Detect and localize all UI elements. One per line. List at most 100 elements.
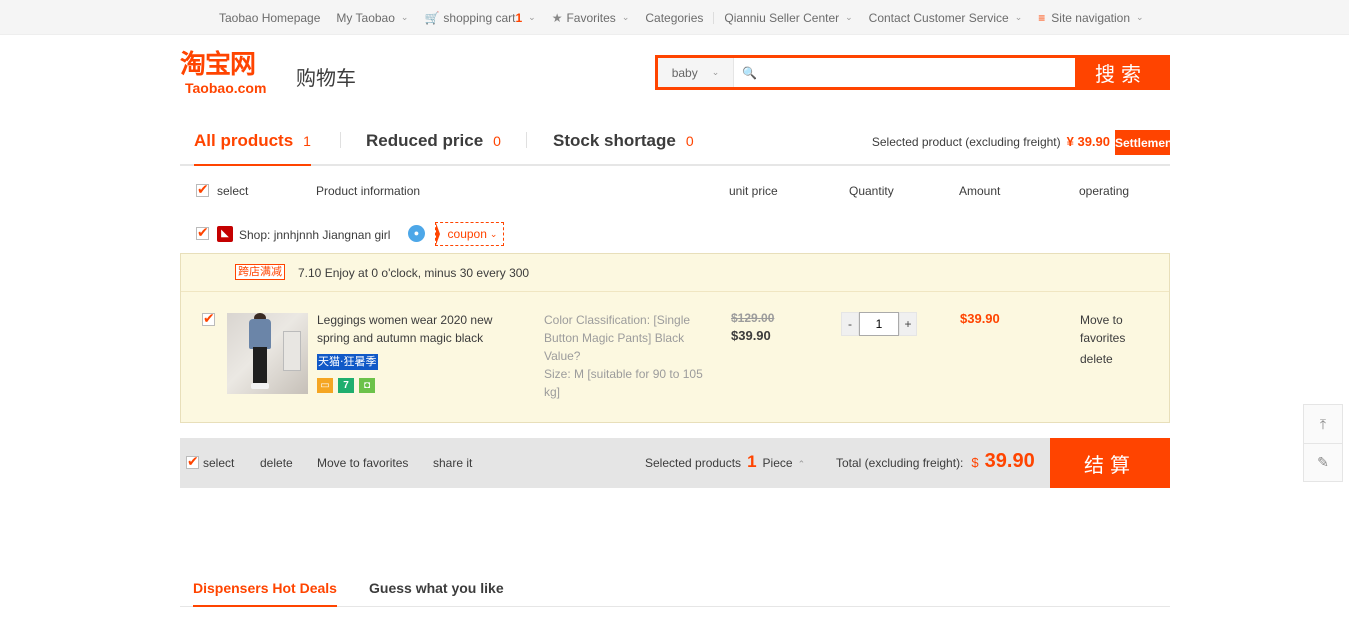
cart-bottom-bar: select delete Move to favorites share it… — [180, 438, 1170, 488]
seven-day-return-icon[interactable]: 7 — [338, 378, 354, 393]
logo-cn-text: 淘宝网 — [180, 50, 256, 80]
credit-card-icon[interactable]: ▭ — [317, 378, 333, 393]
wangwang-chat-icon[interactable]: ● — [408, 225, 425, 242]
search-input[interactable] — [734, 58, 1075, 87]
total-label: Total (excluding freight): — [836, 456, 964, 470]
unit-price: $39.90 — [731, 328, 771, 343]
topbar-site-navigation[interactable]: ≡ Site navigation ⌄ — [1030, 11, 1151, 25]
col-amount: Amount — [959, 184, 1001, 198]
search-button[interactable]: 搜索 — [1075, 58, 1167, 87]
cart-item: Leggings women wear 2020 new spring and … — [181, 292, 1169, 422]
item-checkbox[interactable] — [202, 310, 215, 327]
selected-products-info[interactable]: Selected products 1 Piece ⌃ — [645, 452, 805, 472]
chevron-down-icon: ⌄ — [711, 67, 720, 77]
move-to-favorites-link[interactable]: Move to favorites — [1080, 311, 1140, 347]
menu-list-icon: ≡ — [1038, 10, 1046, 25]
tab-all-products-count: 1 — [303, 133, 311, 149]
total-currency: $ — [971, 455, 979, 470]
chevron-down-icon: ⌄ — [528, 12, 536, 22]
chevron-down-icon: ⌄ — [1014, 12, 1023, 22]
promo-tag: 跨店满减 — [235, 264, 285, 280]
select-all-checkbox[interactable] — [196, 181, 209, 198]
topbar-my-taobao[interactable]: My Taobao ⌄ — [328, 11, 416, 25]
tab-stock-shortage[interactable]: Stock shortage 0 — [553, 118, 694, 164]
chevron-down-icon: ⌄ — [489, 228, 498, 239]
topbar-my-taobao-label: My Taobao — [336, 10, 395, 25]
logo-en-text: Taobao.com — [185, 80, 267, 96]
topbar-customer-service[interactable]: Contact Customer Service ⌄ — [861, 11, 1031, 25]
spec-color: Color Classification: [Single Button Mag… — [544, 313, 691, 363]
topbar-seller-center[interactable]: Qianniu Seller Center ⌄ — [716, 11, 860, 25]
tab-hot-deals[interactable]: Dispensers Hot Deals — [193, 570, 337, 607]
search-bar: baby ⌄ 🔍 搜索 — [655, 55, 1170, 90]
topbar-site-navigation-label: Site navigation — [1051, 10, 1131, 25]
tab-divider — [340, 132, 341, 148]
chevron-down-icon: ⌄ — [400, 12, 409, 22]
shop-checkbox[interactable] — [196, 224, 209, 241]
product-thumbnail[interactable] — [227, 313, 308, 394]
topbar-favorites[interactable]: ★ Favorites ⌄ — [544, 11, 638, 25]
quantity-input[interactable] — [859, 312, 899, 336]
topbar-cart-label: shopping cart — [443, 10, 516, 25]
tab-all-products[interactable]: All products 1 — [194, 118, 311, 166]
total-price: 39.90 — [984, 450, 1035, 472]
settlement-button-top[interactable]: Settlement — [1115, 130, 1170, 155]
back-to-top-icon[interactable]: ⤒ — [1304, 405, 1342, 443]
topbar-nav: Taobao Homepage My Taobao ⌄ 🛒 shopping car… — [211, 0, 1152, 35]
quantity-decrease-button[interactable]: - — [841, 312, 859, 336]
site-topbar: Taobao Homepage My Taobao ⌄ 🛒 shopping car… — [0, 0, 1349, 35]
tab-guess-you-like[interactable]: Guess what you like — [369, 570, 504, 606]
chevron-up-icon: ⌃ — [797, 459, 806, 469]
topbar-categories[interactable]: Categories — [637, 11, 711, 25]
product-spec[interactable]: Color Classification: [Single Button Mag… — [544, 311, 704, 401]
shop-icon: ◣ — [217, 226, 233, 242]
recommendation-tabs: Dispensers Hot Deals Guess what you like — [180, 570, 1170, 607]
tab-reduced-price-count: 0 — [493, 133, 501, 149]
guarantee-icon[interactable]: ◘ — [359, 378, 375, 393]
search-scope-dropdown[interactable]: baby ⌄ — [658, 58, 734, 87]
taobao-logo[interactable]: 淘宝网 Taobao.com — [180, 50, 290, 98]
thumb-coat — [249, 319, 271, 349]
col-unit-price: unit price — [729, 184, 778, 198]
tab-reduced-price[interactable]: Reduced price 0 — [366, 118, 501, 164]
selected-products-unit: Piece — [762, 456, 793, 470]
thumb-mirror — [283, 331, 301, 371]
cart-item-block: 跨店满减 7.10 Enjoy at 0 o'clock, minus 30 e… — [180, 253, 1170, 423]
topbar-shopping-cart[interactable]: 🛒 shopping cart 1 ⌄ — [416, 11, 543, 25]
settlement-button[interactable]: 结算 — [1050, 438, 1170, 488]
cart-icon: 🛒 — [424, 10, 440, 25]
product-title[interactable]: Leggings women wear 2020 new spring and … — [317, 311, 507, 347]
col-quantity: Quantity — [849, 184, 894, 198]
selected-summary-label: Selected product (excluding freight) — [871, 135, 1061, 149]
bottom-select-all-checkbox[interactable] — [186, 453, 199, 470]
coupon-button[interactable]: coupon ⌄ — [435, 222, 504, 246]
item-amount: $39.90 — [960, 311, 1000, 326]
bottom-move-favorites-link[interactable]: Move to favorites — [317, 456, 408, 470]
tab-stock-shortage-count: 0 — [685, 133, 694, 149]
bottom-share-link[interactable]: share it — [433, 456, 472, 470]
topbar-favorites-label: Favorites — [566, 10, 616, 25]
chevron-down-icon: ⌄ — [621, 12, 630, 22]
quantity-increase-button[interactable]: + — [899, 312, 917, 336]
tmall-promo-tag: 天猫·狂暑季 — [317, 354, 378, 370]
shop-name[interactable]: Shop: jnnhjnnh Jiangnan girl — [239, 228, 390, 242]
tab-all-products-label: All products — [194, 131, 294, 150]
col-select: select — [217, 184, 249, 198]
star-icon: ★ — [551, 10, 563, 25]
search-scope-label: baby — [671, 65, 698, 80]
topbar-taobao-homepage[interactable]: Taobao Homepage — [211, 11, 328, 25]
promo-row: 跨店满减 7.10 Enjoy at 0 o'clock, minus 30 e… — [181, 254, 1169, 292]
promo-text: 7.10 Enjoy at 0 o'clock, minus 30 every … — [298, 266, 530, 280]
bottom-delete-link[interactable]: delete — [260, 456, 293, 470]
chevron-down-icon: ⌄ — [1136, 12, 1144, 22]
topbar-customer-service-label: Contact Customer Service — [868, 10, 1009, 25]
cart-column-header: select Product information unit price Qu… — [180, 178, 1170, 204]
original-price: $129.00 — [731, 311, 775, 325]
page-title: 购物车 — [296, 66, 356, 90]
edit-pencil-icon[interactable]: ✎ — [1304, 443, 1342, 481]
item-operations: Move to favorites delete — [1080, 311, 1140, 368]
bottom-select-label[interactable]: select — [203, 456, 234, 470]
tab-stock-shortage-label: Stock shortage — [553, 131, 676, 150]
delete-item-link[interactable]: delete — [1080, 350, 1140, 368]
floating-toolbar: ⤒ ✎ — [1303, 404, 1343, 482]
